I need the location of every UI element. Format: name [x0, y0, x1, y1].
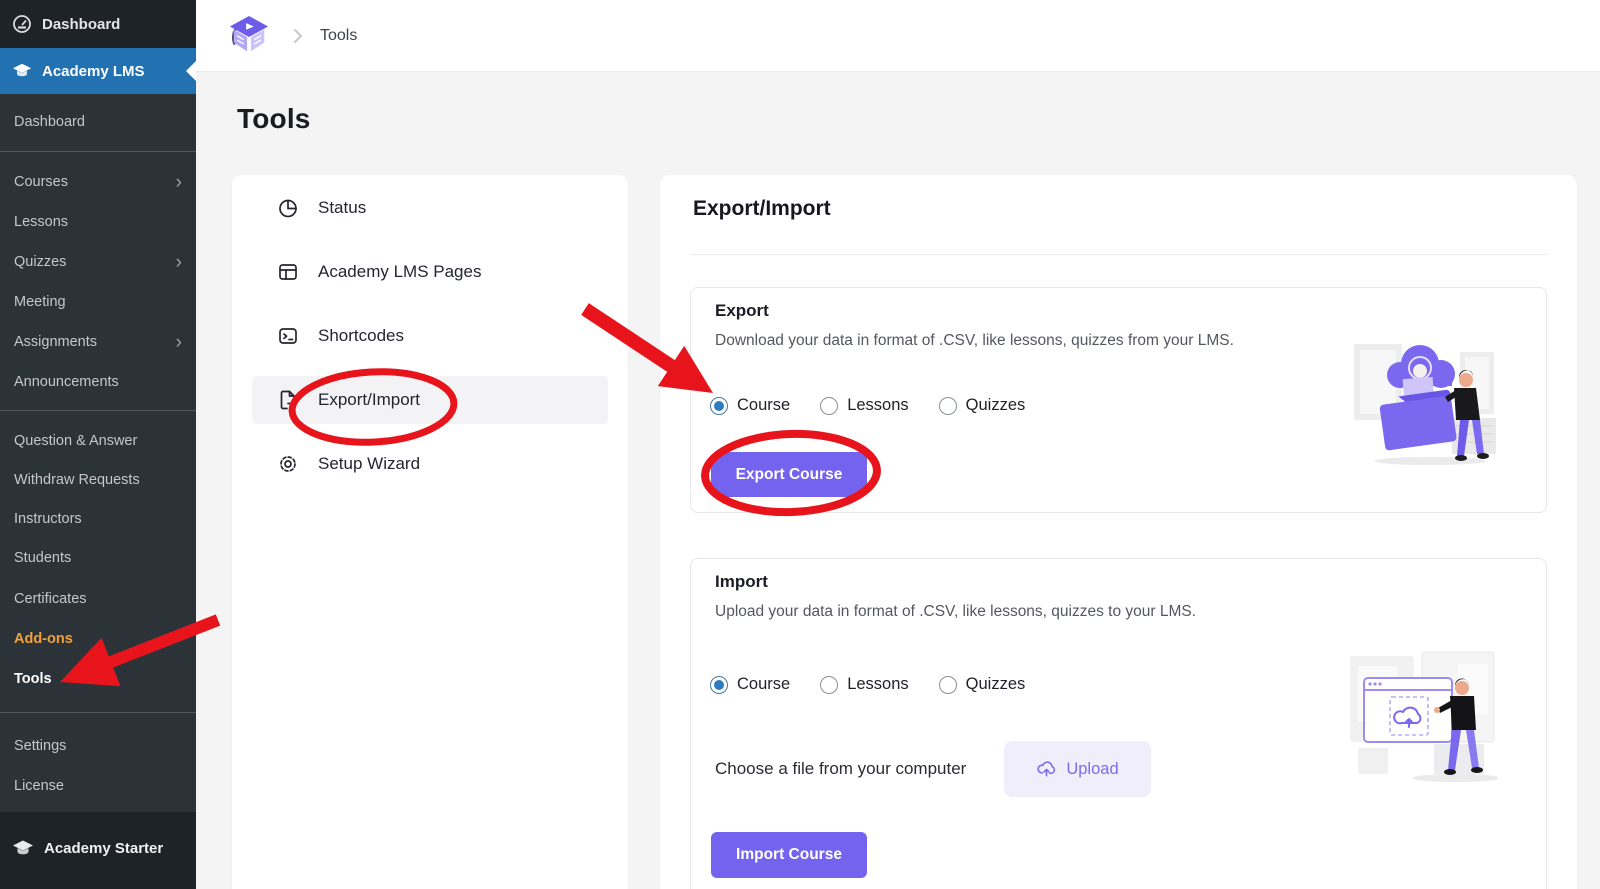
import-heading: Import: [715, 572, 768, 591]
import-section: Import Upload your data in format of .CS…: [690, 558, 1547, 889]
tools-menu-item-export-import[interactable]: Export/Import: [252, 376, 608, 424]
academy-lms-logo: [229, 15, 269, 51]
file-picker-label: Choose a file from your computer: [715, 759, 967, 778]
radio-selected-icon: [710, 396, 728, 415]
radio-unselected-icon: [820, 396, 839, 415]
panel-divider: [690, 254, 1547, 255]
sidebar-item-meeting[interactable]: Meeting: [0, 284, 196, 320]
terminal-icon: [276, 324, 300, 348]
export-heading: Export: [715, 301, 769, 320]
wp-admin-sidebar: Dashboard Academy LMS Dashboard Courses ›…: [0, 0, 196, 889]
sidebar-item-assignments[interactable]: Assignments ›: [0, 324, 196, 360]
sidebar-item-academy-starter[interactable]: Academy Starter: [0, 820, 196, 876]
tools-menu-label: Academy LMS Pages: [318, 262, 482, 281]
sidebar-item-lessons[interactable]: Lessons: [0, 204, 196, 240]
panel-title: Export/Import: [693, 197, 831, 220]
import-radio-group: Course Lessons Quizzes: [710, 675, 1025, 694]
export-import-panel: Export/Import Export Download your data …: [660, 175, 1577, 889]
sidebar-item-courses[interactable]: Courses ›: [0, 164, 196, 200]
file-export-icon: [276, 388, 300, 412]
sidebar-divider: [0, 151, 196, 152]
export-radio-course[interactable]: Course: [710, 396, 790, 415]
chevron-right-icon: ›: [175, 171, 182, 193]
export-description: Download your data in format of .CSV, li…: [715, 332, 1234, 349]
breadcrumb[interactable]: Tools: [320, 27, 357, 45]
graduation-cap-icon: [13, 840, 33, 854]
tools-menu-item-academy-lms-pages[interactable]: Academy LMS Pages: [252, 248, 608, 296]
page-title: Tools: [237, 103, 311, 134]
radio-unselected-icon: [938, 675, 957, 694]
sidebar-item-license[interactable]: License: [0, 768, 196, 804]
import-illustration: [1350, 651, 1498, 782]
sidebar-footer: Academy Starter: [0, 812, 196, 889]
tools-menu-item-shortcodes[interactable]: Shortcodes: [252, 312, 608, 360]
sidebar-item-add-ons[interactable]: Add-ons: [0, 621, 196, 657]
sidebar-item-certificates[interactable]: Certificates: [0, 581, 196, 617]
radio-unselected-icon: [938, 396, 957, 415]
export-course-button[interactable]: Export Course: [711, 452, 867, 497]
sidebar-item-label: Academy LMS: [42, 62, 145, 80]
import-radio-quizzes[interactable]: Quizzes: [938, 675, 1025, 694]
sidebar-item-instructors[interactable]: Instructors: [0, 501, 196, 537]
export-section: Export Download your data in format of .…: [690, 287, 1547, 513]
tools-menu-item-setup-wizard[interactable]: Setup Wizard: [252, 440, 608, 488]
import-description: Upload your data in format of .CSV, like…: [715, 603, 1197, 620]
radio-unselected-icon: [820, 675, 839, 694]
academy-lms-tools-page: Dashboard Academy LMS Dashboard Courses ›…: [0, 0, 1600, 889]
graduation-cap-icon: [12, 63, 32, 77]
sidebar-item-withdraw-requests[interactable]: Withdraw Requests: [0, 462, 196, 498]
sidebar-item-quizzes[interactable]: Quizzes ›: [0, 244, 196, 280]
active-menu-notch: [186, 61, 196, 81]
tools-menu-label: Setup Wizard: [318, 454, 421, 473]
export-radio-quizzes[interactable]: Quizzes: [938, 396, 1025, 415]
cloud-upload-icon: [1037, 760, 1056, 777]
tools-menu-label: Shortcodes: [318, 326, 404, 345]
tools-menu-card: Status Academy LMS Pages Shortcodes Expo…: [232, 175, 628, 889]
sidebar-item-label: Dashboard: [42, 15, 121, 33]
sidebar-item-wp-dashboard[interactable]: Dashboard: [0, 0, 196, 48]
tools-menu-label: Status: [318, 198, 367, 217]
import-radio-lessons[interactable]: Lessons: [820, 675, 909, 694]
sidebar-divider: [0, 712, 196, 713]
export-illustration: [1354, 344, 1496, 465]
sidebar-item-dashboard[interactable]: Dashboard: [0, 104, 196, 140]
export-radio-lessons[interactable]: Lessons: [820, 396, 909, 415]
sidebar-item-settings[interactable]: Settings: [0, 728, 196, 764]
sidebar-item-question-answer[interactable]: Question & Answer: [0, 423, 196, 459]
tools-menu-label: Export/Import: [318, 390, 421, 409]
chevron-right-icon: ›: [175, 251, 182, 273]
gear-icon: [276, 452, 300, 476]
sidebar-item-tools[interactable]: Tools: [0, 661, 196, 697]
import-radio-course[interactable]: Course: [710, 675, 790, 694]
sidebar-item-students[interactable]: Students: [0, 540, 196, 576]
export-radio-group: Course Lessons Quizzes: [710, 396, 1025, 415]
radio-selected-icon: [710, 675, 728, 694]
pie-chart-icon: [276, 196, 300, 220]
tools-menu-item-status[interactable]: Status: [252, 184, 608, 232]
chevron-right-icon: ›: [175, 331, 182, 353]
dashboard-gauge-icon: [13, 15, 31, 33]
sidebar-item-academy-lms[interactable]: Academy LMS: [0, 48, 196, 94]
topbar: Tools: [196, 0, 1600, 72]
import-course-button[interactable]: Import Course: [711, 832, 867, 878]
sidebar-divider: [0, 410, 196, 411]
sidebar-item-announcements[interactable]: Announcements: [0, 364, 196, 400]
pages-icon: [276, 260, 300, 284]
upload-button[interactable]: Upload: [1004, 741, 1151, 797]
breadcrumb-chevron-icon: [294, 28, 302, 43]
